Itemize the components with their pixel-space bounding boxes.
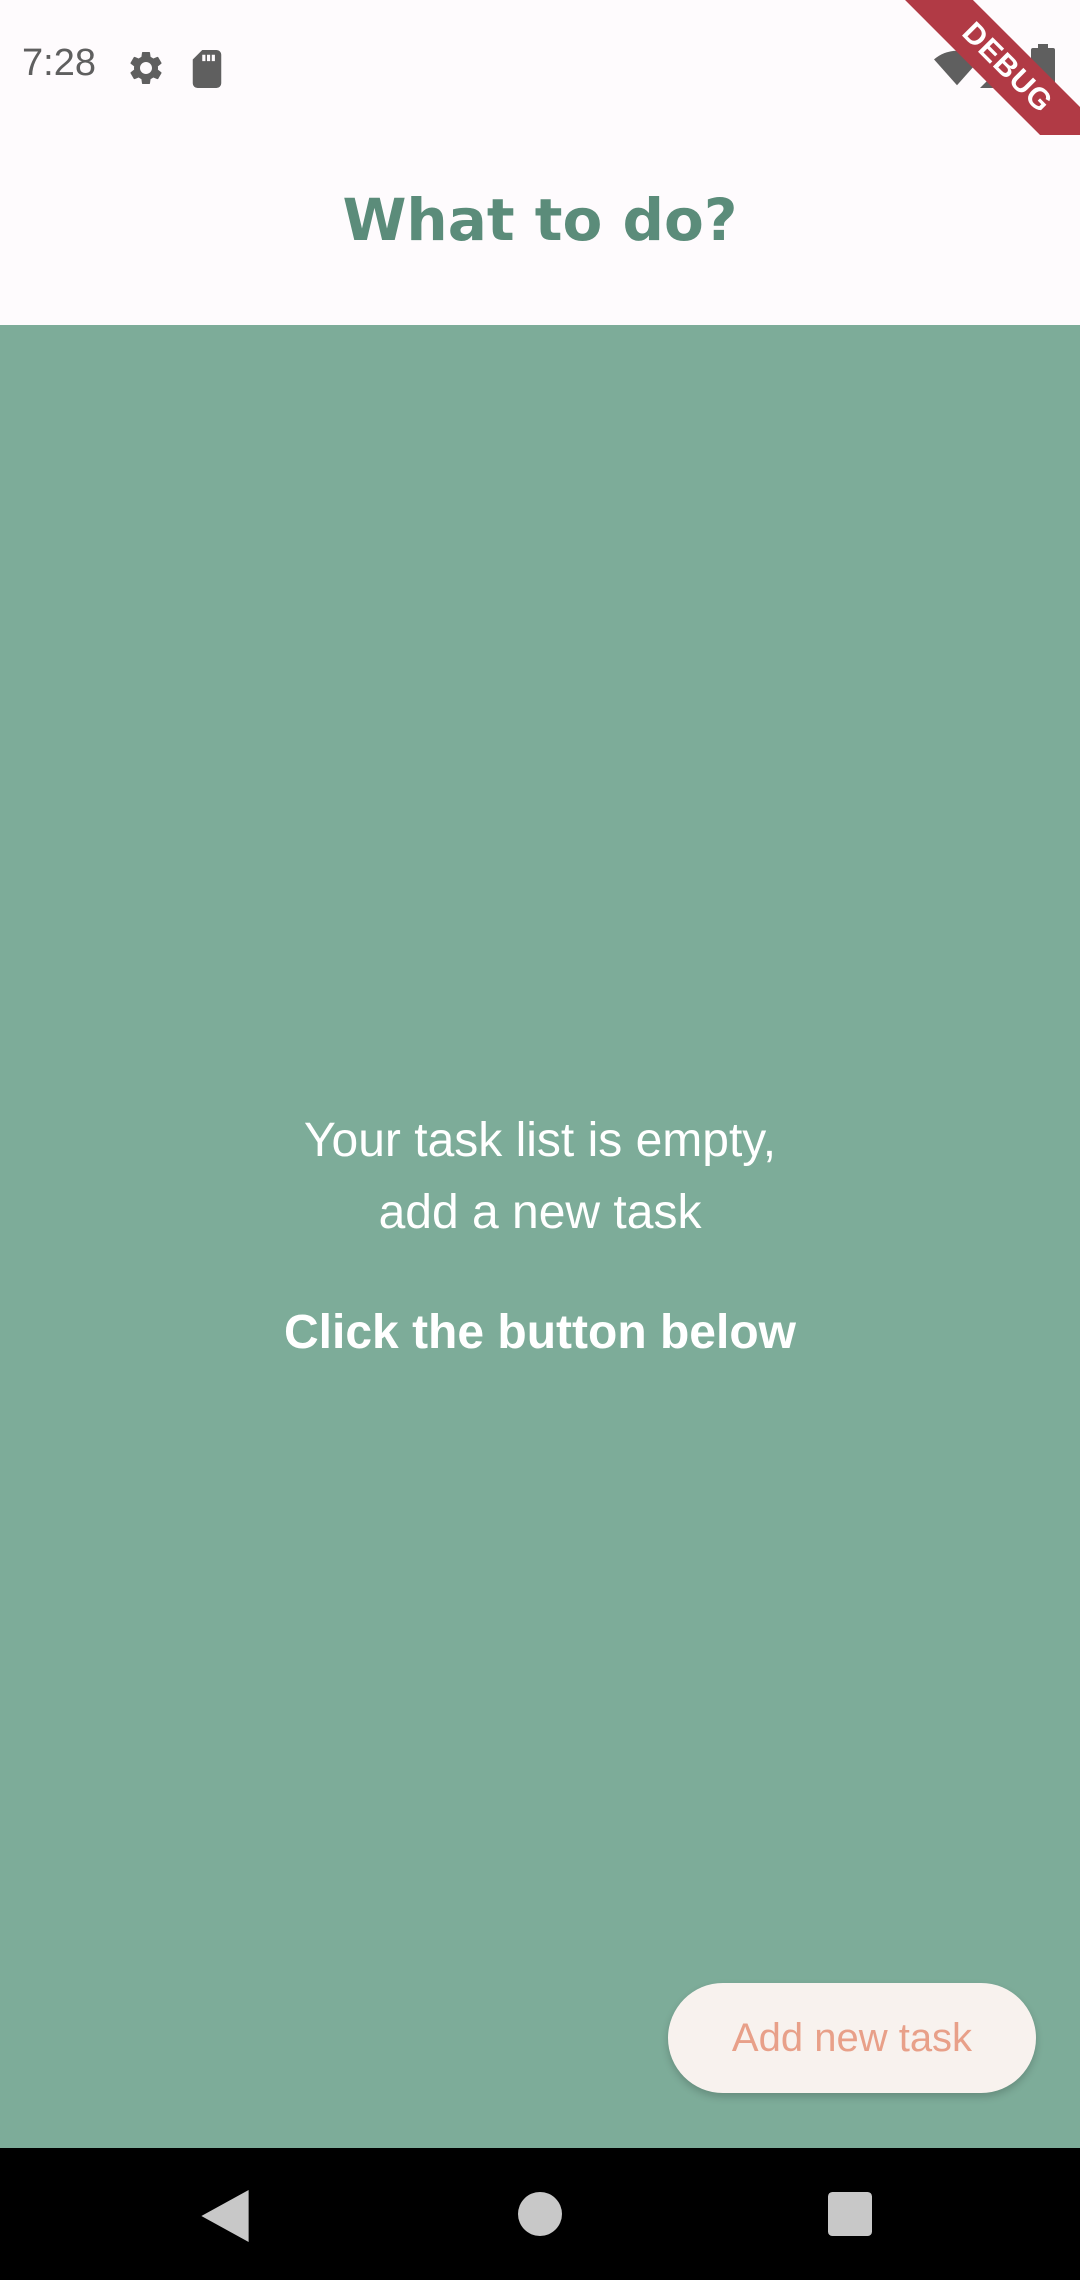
- home-icon[interactable]: [518, 2192, 562, 2236]
- recents-icon[interactable]: [828, 2192, 872, 2236]
- app-bar: What to do?: [0, 135, 1080, 325]
- back-icon[interactable]: [200, 2190, 250, 2242]
- navigation-bar: [0, 2148, 1080, 2280]
- gear-icon: [130, 51, 162, 84]
- status-time: 7:28: [22, 42, 96, 84]
- empty-state-line-2: add a new task: [378, 1186, 702, 1239]
- empty-state-message: Your task list is empty, add a new task: [0, 1105, 1080, 1249]
- empty-state-cta: Click the button below: [284, 1306, 796, 1359]
- app-screen: 7:28 DEBUG What to do? Your task list is…: [0, 0, 1080, 2280]
- task-list-area: Your task list is empty, add a new task …: [0, 325, 1080, 2148]
- status-bar: 7:28 DEBUG: [0, 0, 1080, 202]
- empty-state-line-1: Your task list is empty,: [303, 1114, 777, 1167]
- add-new-task-button[interactable]: Add new task: [668, 1983, 1036, 2093]
- page-title: What to do?: [342, 186, 738, 254]
- sd-card-icon: [192, 50, 222, 88]
